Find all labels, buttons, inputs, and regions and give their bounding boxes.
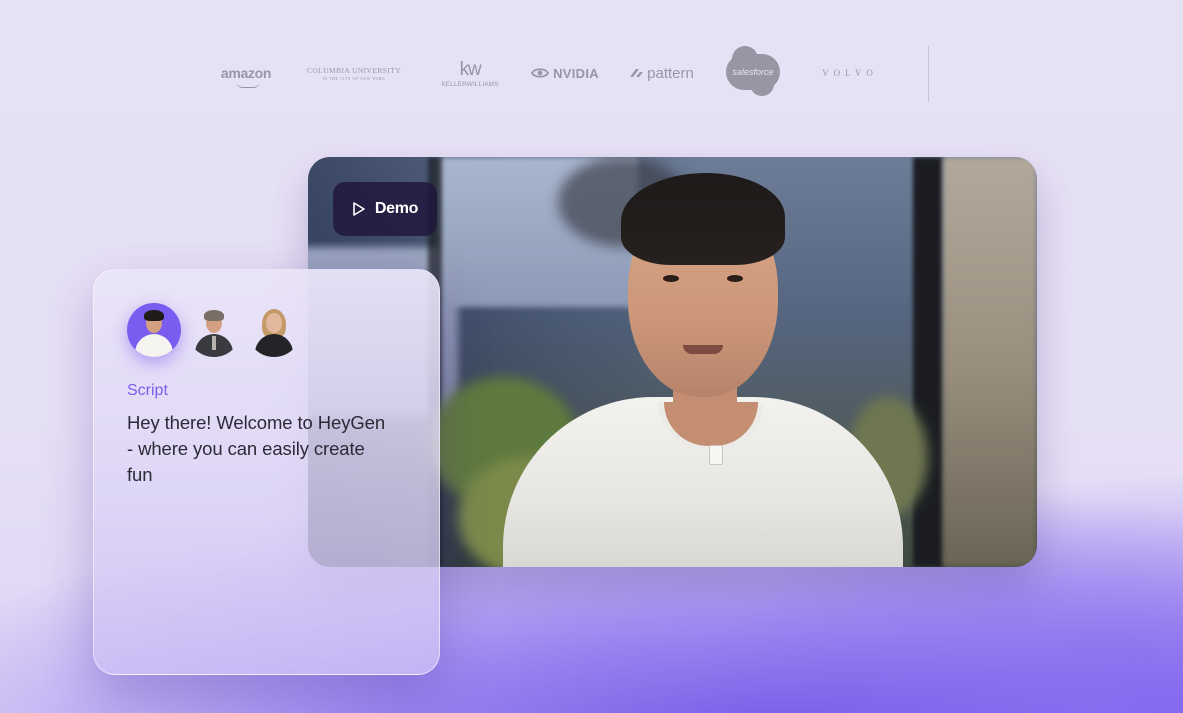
video-bg-frame-right bbox=[913, 157, 943, 567]
columbia-logo: COLUMBIA UNIVERSITY IN THE CITY OF NEW Y… bbox=[304, 62, 404, 84]
script-label: Script bbox=[127, 382, 168, 399]
logo-divider bbox=[928, 46, 929, 102]
lapel-mic bbox=[709, 445, 723, 465]
pattern-mark-icon bbox=[630, 69, 644, 77]
avatar-option-2[interactable] bbox=[187, 303, 241, 357]
script-card: Script Hey there! Welcome to HeyGen - wh… bbox=[93, 269, 440, 675]
columbia-logo-line2: IN THE CITY OF NEW YORK bbox=[322, 75, 386, 81]
salesforce-logo-text: salesforce bbox=[732, 67, 774, 77]
kw-logo-text: KELLERWILLIAMS bbox=[441, 80, 499, 88]
volvo-logo: VOLVO bbox=[810, 62, 890, 84]
nvidia-logo: NVIDIA bbox=[530, 62, 600, 84]
amazon-logo-text: amazon bbox=[220, 65, 272, 81]
avatar-option-1[interactable] bbox=[127, 303, 181, 357]
amazon-logo: amazon bbox=[218, 62, 274, 88]
play-icon bbox=[353, 202, 365, 216]
keller-williams-logo: kw KELLERWILLIAMS bbox=[438, 58, 502, 90]
volvo-logo-text: VOLVO bbox=[822, 68, 878, 78]
nvidia-eye-icon bbox=[531, 68, 550, 78]
demo-button-label: Demo bbox=[374, 200, 419, 217]
pattern-logo-text: pattern bbox=[647, 64, 694, 82]
avatar-option-3[interactable] bbox=[247, 303, 301, 357]
kw-logo-mark: kw bbox=[459, 58, 482, 80]
demo-button[interactable]: Demo bbox=[333, 182, 437, 236]
columbia-logo-line1: COLUMBIA UNIVERSITY bbox=[306, 65, 402, 75]
pattern-logo: pattern bbox=[625, 62, 697, 84]
script-text[interactable]: Hey there! Welcome to HeyGen - where you… bbox=[127, 410, 387, 488]
nvidia-logo-text: NVIDIA bbox=[553, 65, 599, 81]
salesforce-logo: salesforce bbox=[725, 46, 781, 96]
presenter bbox=[503, 157, 903, 567]
customer-logos: amazon COLUMBIA UNIVERSITY IN THE CITY O… bbox=[210, 46, 930, 96]
video-bg-wall bbox=[943, 157, 1037, 567]
avatar-selector bbox=[127, 303, 301, 357]
